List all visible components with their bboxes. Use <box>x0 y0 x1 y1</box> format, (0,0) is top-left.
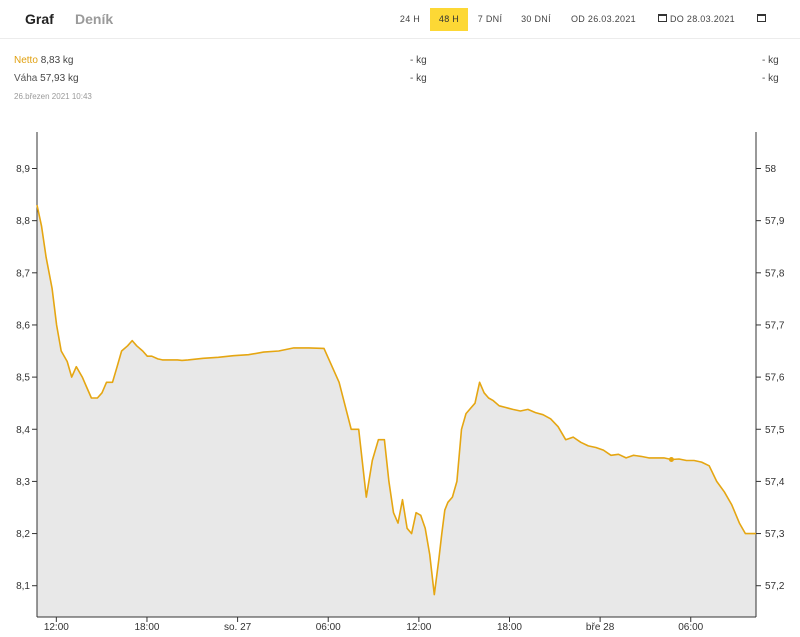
y-tick-label-right: 57,2 <box>765 581 785 592</box>
y-tick-label-left: 8,2 <box>16 529 30 540</box>
y-tick-label-left: 8,5 <box>16 373 30 384</box>
x-tick-label: 06:00 <box>316 622 341 633</box>
x-tick-label: 18:00 <box>497 622 522 633</box>
y-tick-label-right: 57,4 <box>765 477 785 488</box>
x-tick-label: so. 27 <box>224 622 252 633</box>
data-point-marker <box>668 457 674 463</box>
x-tick-label: 18:00 <box>134 622 159 633</box>
y-tick-label-left: 8,7 <box>16 268 30 279</box>
x-tick-label: 06:00 <box>678 622 703 633</box>
y-tick-label-left: 8,9 <box>16 164 30 175</box>
y-tick-label-left: 8,6 <box>16 320 30 331</box>
y-tick-label-right: 57,6 <box>765 373 785 384</box>
weight-chart: 8,9 58 8,8 57,9 8,7 57,8 8,6 57,7 8,5 57,6 8,4 57,5… <box>16 132 785 633</box>
x-tick-label: 12:00 <box>44 622 69 633</box>
y-tick-label-left: 8,8 <box>16 216 30 227</box>
y-tick-label-left: 8,3 <box>16 477 30 488</box>
x-tick-label: 12:00 <box>406 622 431 633</box>
y-tick-label-left: 8,1 <box>16 581 30 592</box>
x-tick-label: bře 28 <box>586 622 615 633</box>
area-layer <box>37 205 756 617</box>
point-layer <box>668 457 674 463</box>
y-tick-label-right: 57,3 <box>765 529 785 540</box>
y-tick-label-right: 57,7 <box>765 320 785 331</box>
y-tick-label-left: 8,4 <box>16 425 30 436</box>
y-tick-label-right: 57,5 <box>765 425 785 436</box>
y-tick-label-right: 57,8 <box>765 268 785 279</box>
y-tick-label-right: 58 <box>765 164 777 175</box>
series-area-netto <box>37 205 756 617</box>
y-tick-label-right: 57,9 <box>765 216 785 227</box>
